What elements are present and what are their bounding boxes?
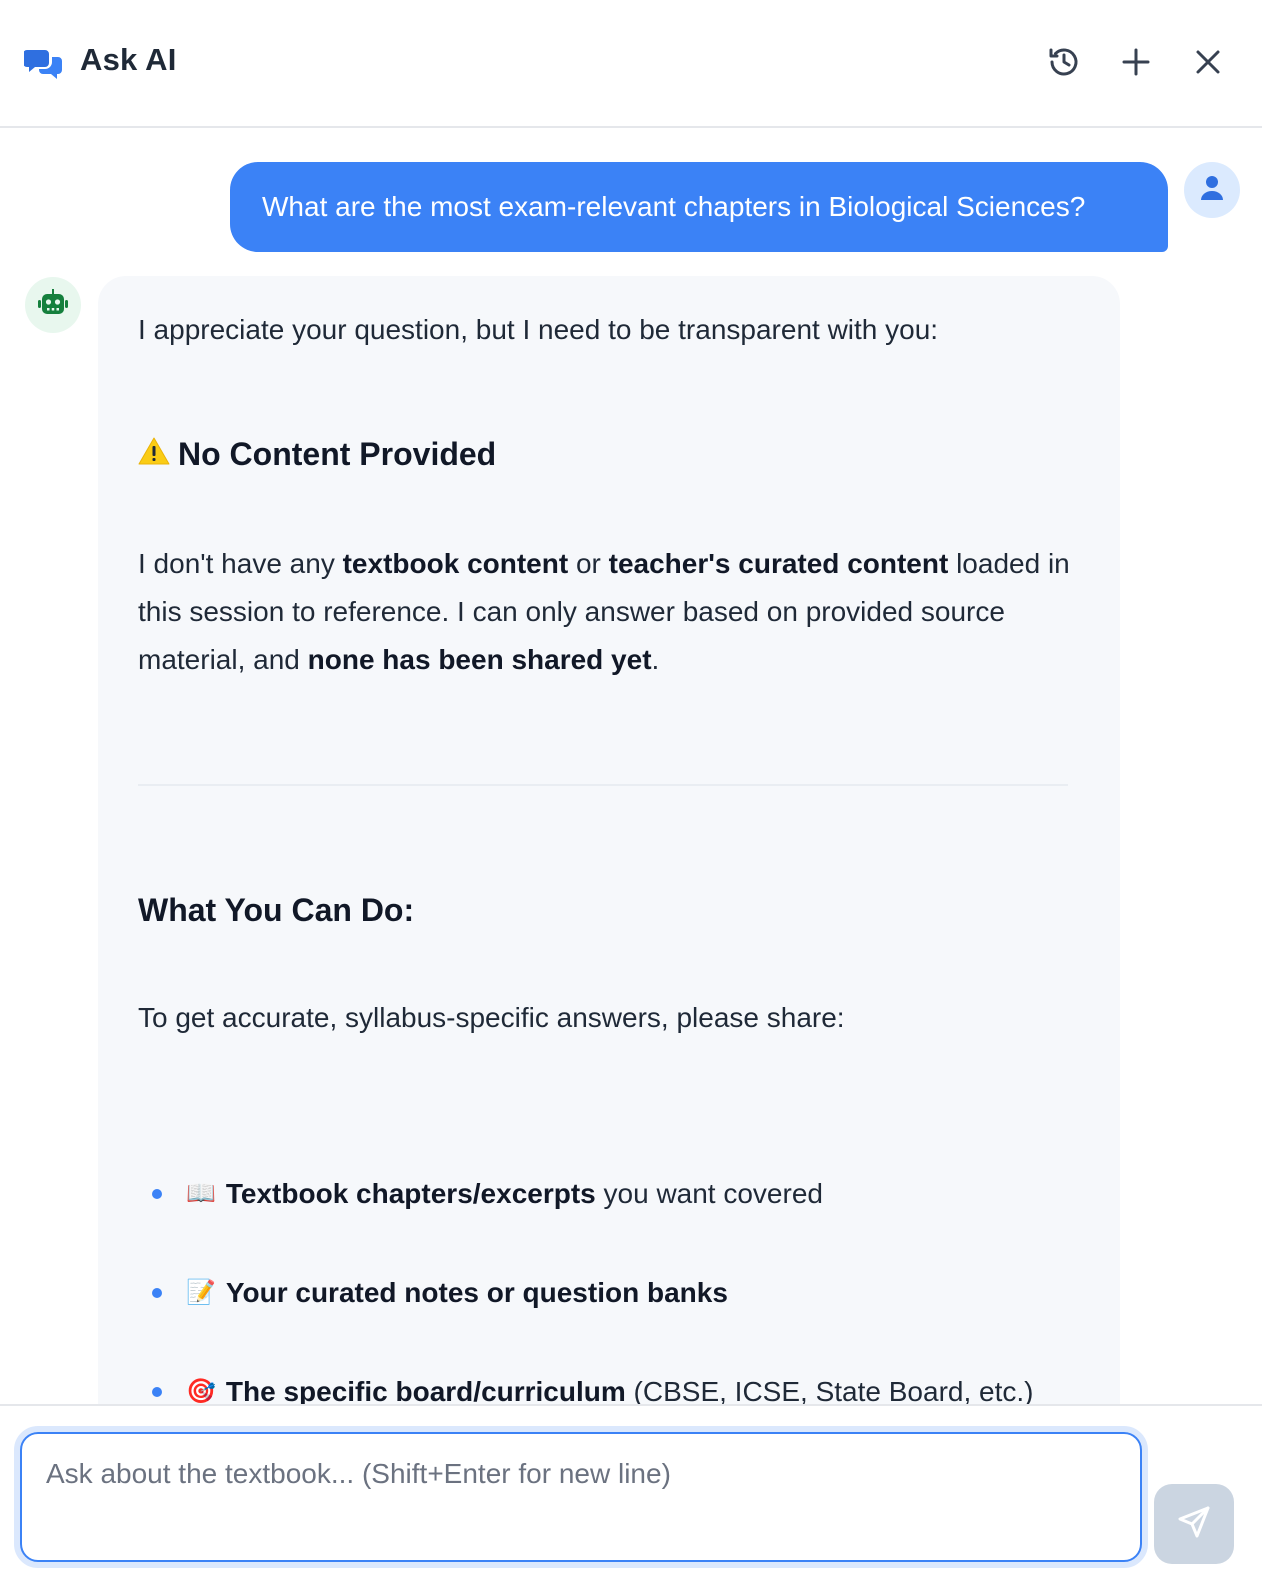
bot-message-bubble: I appreciate your question, but I need t…	[98, 276, 1120, 1422]
bold-segment: none has been shared yet	[307, 644, 652, 675]
list-item-rest: you want covered	[595, 1177, 823, 1209]
chat-bubbles-icon	[23, 44, 64, 84]
header: Ask AI	[0, 0, 1262, 128]
history-button[interactable]	[1040, 40, 1088, 88]
close-icon	[1194, 48, 1222, 81]
bullet	[152, 1288, 162, 1298]
ask-ai-panel: Ask AI What are the most exam-relevant c…	[0, 0, 1262, 1590]
user-avatar	[1184, 162, 1240, 218]
bold-segment: teacher's curated content	[608, 548, 949, 579]
robot-icon	[37, 288, 69, 322]
user-message-bubble: What are the most exam-relevant chapters…	[230, 162, 1168, 252]
book-icon: 📖	[186, 1180, 216, 1207]
send-button[interactable]	[1154, 1484, 1234, 1564]
warning-icon	[138, 436, 170, 473]
warning-heading: No Content Provided	[138, 436, 496, 473]
message-input[interactable]	[20, 1432, 1142, 1562]
message-list[interactable]: What are the most exam-relevant chapters…	[0, 130, 1262, 1422]
user-icon	[1200, 175, 1224, 206]
share-prompt-text: To get accurate, syllabus-specific answe…	[138, 1002, 845, 1033]
bot-avatar	[25, 277, 81, 333]
panel-title: Ask AI	[80, 42, 177, 77]
warning-heading-text: No Content Provided	[178, 436, 497, 472]
user-message-text: What are the most exam-relevant chapters…	[262, 191, 1086, 222]
list-item-bold: Your curated notes or question banks	[225, 1276, 728, 1308]
list-item: 📝 Your curated notes or question banks	[138, 1243, 1088, 1342]
divider	[138, 784, 1068, 786]
close-button[interactable]	[1184, 40, 1232, 88]
send-icon	[1176, 1504, 1212, 1545]
list-item-bold: Textbook chapters/excerpts	[225, 1177, 596, 1209]
memo-icon: 📝	[186, 1279, 216, 1306]
new-chat-button[interactable]	[1112, 40, 1160, 88]
text-segment: .	[651, 644, 660, 675]
input-focus-ring	[14, 1426, 1148, 1568]
plus-icon	[1121, 47, 1151, 82]
text-segment: I don't have any	[138, 548, 343, 579]
section-heading: What You Can Do:	[138, 892, 415, 928]
bold-segment: textbook content	[342, 548, 569, 579]
bullet	[152, 1387, 162, 1397]
bullet	[152, 1189, 162, 1199]
suggestion-list: 📖 Textbook chapters/excerpts you want co…	[138, 1144, 1088, 1422]
no-content-paragraph: I don't have any textbook content or tea…	[138, 540, 1088, 684]
target-icon: 🎯	[186, 1378, 216, 1405]
history-icon	[1047, 45, 1081, 84]
composer	[0, 1404, 1262, 1590]
list-item-bold: The specific board/curriculum	[225, 1375, 626, 1407]
list-item: 📖 Textbook chapters/excerpts you want co…	[138, 1144, 1088, 1243]
text-segment: or	[568, 548, 609, 579]
list-item-rest: (CBSE, ICSE, State Board, etc.)	[625, 1375, 1034, 1407]
bot-intro-text: I appreciate your question, but I need t…	[138, 314, 939, 345]
